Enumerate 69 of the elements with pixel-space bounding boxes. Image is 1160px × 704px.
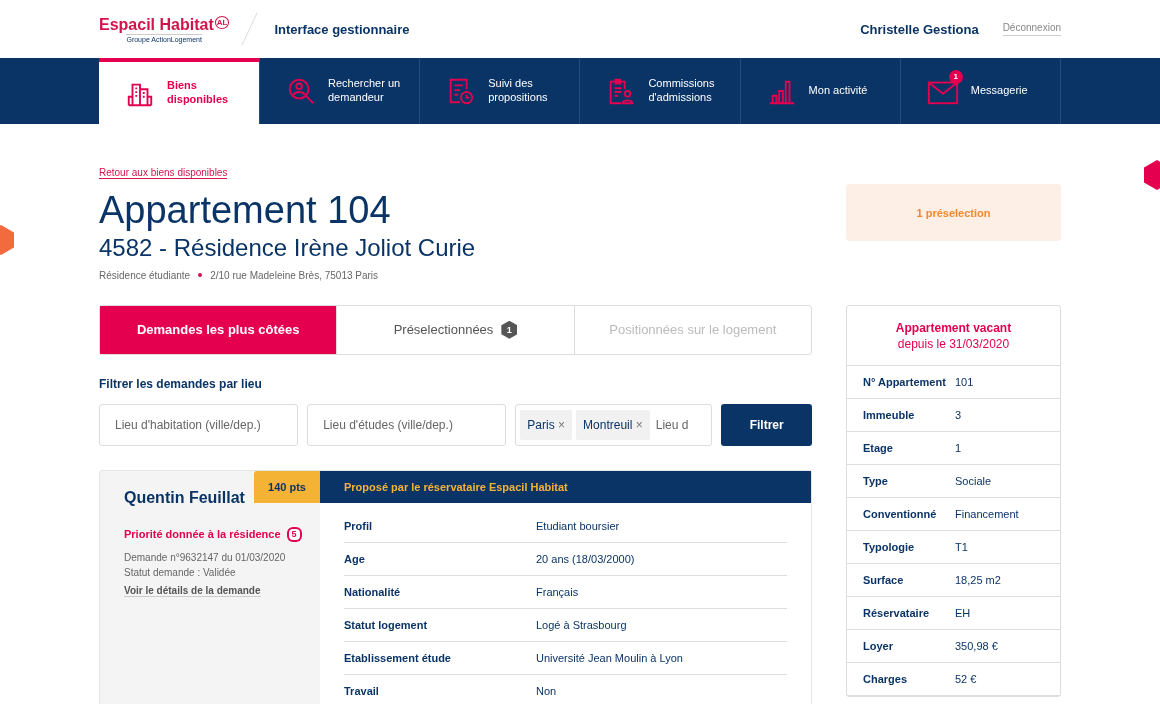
detail-value: Non — [536, 684, 557, 697]
info-label: Conventionné — [863, 507, 938, 520]
preselection-banner: 1 préselection — [846, 184, 1061, 241]
app-title: Interface gestionnaire — [274, 21, 410, 37]
detail-value: Université Jean Moulin à Lyon — [536, 651, 683, 664]
notification-badge: 1 — [948, 70, 963, 84]
info-value: T1 — [955, 540, 968, 553]
detail-value: Logé à Strasbourg — [536, 618, 627, 631]
vacancy-date: depuis le 31/03/2020 — [896, 336, 1011, 351]
nav-tab[interactable]: Mon activité — [740, 58, 901, 124]
input-field[interactable]: Lieu d'habitation (ville/dep.) — [99, 403, 299, 446]
tab[interactable]: Préselectionnées 1 — [336, 305, 574, 354]
nav-tab[interactable]: 1 Messagerie — [900, 58, 1061, 124]
request-status: Statut demande : Validée — [124, 565, 237, 580]
info-value: 52 € — [955, 672, 977, 685]
nav-tab[interactable]: Biens disponibles — [99, 58, 260, 124]
tag-input-field[interactable]: Paris × Montreuil × Lieu d — [515, 403, 713, 446]
address: 2/10 rue Madeleine Brès, 75013 Paris — [210, 269, 379, 281]
tab[interactable]: Demandes les plus côtées — [100, 305, 337, 354]
info-label: N° Appartement — [863, 375, 947, 388]
info-value: 350,98 € — [955, 639, 998, 652]
info-label: Etage — [863, 441, 894, 454]
nav-tab[interactable]: Suivi des propositions — [420, 58, 581, 124]
detail-label: Profil — [344, 519, 374, 532]
info-label: Loyer — [863, 639, 894, 652]
detail-label: Nationalité — [344, 585, 402, 598]
user-name: Christelle Gestiona — [860, 21, 979, 37]
detail-label: Statut logement — [344, 618, 429, 631]
filter-label: Filtrer les demandes par lieu — [99, 376, 263, 391]
detail-label: Travail — [344, 684, 380, 697]
info-label: Immeuble — [863, 408, 916, 421]
filter-tag[interactable]: Paris × — [520, 409, 573, 440]
detail-value: Français — [536, 585, 579, 598]
info-label: Réservataire — [863, 606, 931, 619]
page-subtitle: 4582 - Résidence Irène Joliot Curie — [99, 233, 476, 262]
back-link[interactable]: Retour aux biens disponibles — [99, 167, 228, 179]
info-label: Typologie — [863, 540, 916, 553]
person-search-icon — [286, 76, 316, 106]
detail-label: Etablissement étude — [344, 651, 452, 664]
detail-value: 20 ans (18/03/2000) — [536, 552, 635, 565]
page-title: Appartement 104 — [99, 190, 392, 232]
info-value: 101 — [955, 375, 974, 388]
points-badge: 140 pts — [254, 470, 320, 503]
info-value: 3 — [955, 408, 962, 421]
residence-type: Résidence étudiante — [99, 269, 191, 281]
filter-button[interactable]: Filtrer — [721, 403, 812, 446]
priority-label: Priorité donnée à la résidence — [124, 528, 281, 541]
proposal-banner: Proposé par le réservataire Espacil Habitat — [320, 470, 811, 503]
nav-tab[interactable]: Commissions d'admissions — [580, 58, 741, 124]
separator-dot — [198, 273, 203, 278]
info-value: 1 — [955, 441, 962, 454]
info-value: 18,25 m2 — [955, 573, 1001, 586]
info-label: Surface — [863, 573, 905, 586]
logout-link[interactable]: Déconnexion — [1002, 22, 1061, 36]
request-number: Demande n°9632147 du 01/03/2020 — [124, 550, 287, 565]
details-link[interactable]: Voir le détails de la demande — [124, 584, 261, 597]
detail-value: Etudiant boursier — [536, 519, 620, 532]
info-value: Sociale — [955, 474, 992, 487]
priority-badge: 5 — [286, 526, 302, 542]
info-value: Financement — [955, 507, 1019, 520]
filter-tag[interactable]: Montreuil × — [576, 409, 650, 440]
info-label: Charges — [863, 672, 909, 685]
info-value: EH — [955, 606, 971, 619]
count-badge: 1 — [501, 320, 518, 339]
input-field[interactable]: Lieu d'études (ville/dep.) — [307, 403, 507, 446]
nav-tab[interactable]: Rechercher un demandeur — [260, 58, 421, 124]
detail-label: Age — [344, 552, 366, 565]
info-label: Type — [863, 474, 889, 487]
vacancy-title: Appartement vacant — [894, 320, 1013, 335]
